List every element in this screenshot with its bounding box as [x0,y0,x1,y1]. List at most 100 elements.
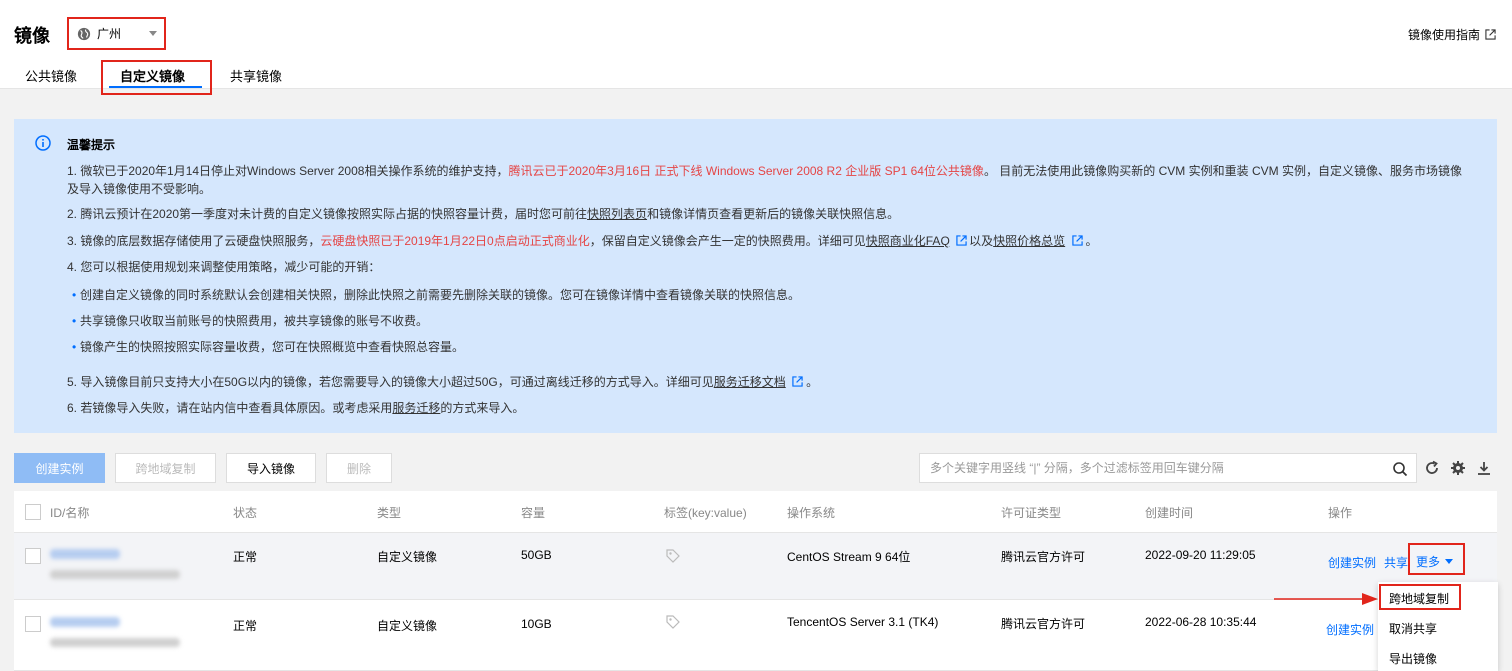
import-image-button[interactable]: 导入镜像 [226,453,316,483]
table-header: ID/名称 状态 类型 容量 标签(key:value) 操作系统 许可证类型 … [14,491,1497,533]
image-name [50,638,180,647]
more-label: 更多 [1416,555,1441,569]
status-text: 正常 [233,619,258,633]
notice-line-4: 4. 您可以根据使用规划来调整使用策略，减少可能的开销： [67,260,381,274]
page-header: 镜像 广州 镜像使用指南 公共镜像 自定义镜像 共享镜像 [0,0,1512,89]
status-text: 正常 [233,550,258,564]
tab-highlight-box [101,60,212,95]
row-more-dropdown[interactable]: 更多 [1416,553,1454,570]
tag-icon[interactable] [666,549,680,563]
notice-line-3-warning: 云硬盘快照已于2019年1月22日0点启动正式商业化 [320,234,590,248]
notice-line-1-warning: 腾讯云已于2020年3月16日 正式下线 Windows Server 2008… [508,164,984,178]
select-all-checkbox[interactable] [25,504,41,520]
page-title: 镜像 [14,26,50,46]
refresh-icon[interactable] [1424,460,1440,476]
col-status: 状态 [233,506,258,520]
info-icon [35,135,51,151]
notice-line-5-end: 。 [806,375,819,389]
notice-line-2-text: 2. 腾讯云预计在2020第一季度对未计费的自定义镜像按照实际占据的快照容量计费… [67,207,588,221]
row-checkbox[interactable] [25,616,41,632]
migration-doc-link[interactable]: 服务迁移文档 [714,375,786,389]
notice-bullet-1: 创建自定义镜像的同时系统默认会创建相关快照，删除此快照之前需要先删除关联的镜像。… [72,286,800,304]
col-id-name: ID/名称 [50,506,90,520]
arrow-annotation [1274,593,1378,605]
notice-line-6-text: 6. 若镜像导入失败，请在站内信中查看具体原因。或考虑采用 [67,401,393,415]
image-guide-label: 镜像使用指南 [1407,28,1480,42]
notice-line-3-and: 以及 [969,234,994,248]
globe-icon [77,27,91,40]
notice-line-6: 6. 若镜像导入失败，请在站内信中查看具体原因。或考虑采用服务迁移的方式来导入。 [67,399,524,417]
row-checkbox[interactable] [25,548,41,564]
col-license: 许可证类型 [1001,506,1062,520]
tab-public-images[interactable]: 公共镜像 [25,66,77,85]
license-text: 腾讯云官方许可 [1001,550,1086,564]
os-text: CentOS Stream 9 64位 [787,550,911,564]
image-id-link[interactable] [50,549,120,559]
notice-line-1-text: 1. 微软已于2020年1月14日停止对Windows Server 2008相… [67,164,509,178]
notice-line-5: 5. 导入镜像目前只支持大小在50G以内的镜像，若您需要导入的镜像大小超过50G… [67,373,818,391]
col-created: 创建时间 [1145,506,1194,520]
row-create-instance-link[interactable]: 创建实例 [1328,554,1376,571]
menu-item-export-image[interactable]: 导出镜像 [1389,650,1437,667]
gear-icon[interactable] [1450,460,1466,476]
row-create-instance-link[interactable]: 创建实例 [1326,621,1374,638]
created-time: 2022-09-20 11:29:05 [1145,548,1256,562]
notice-title: 温馨提示 [67,138,116,152]
notice-line-2: 2. 腾讯云预计在2020第一季度对未计费的自定义镜像按照实际占据的快照容量计费… [67,205,899,223]
notice-line-2-tail: 和镜像详情页查看更新后的镜像关联快照信息。 [647,207,900,221]
cross-region-copy-button[interactable]: 跨地域复制 [115,453,216,483]
col-size: 容量 [521,506,546,520]
search-icon[interactable] [1392,461,1408,477]
caret-down-icon [1445,559,1454,564]
snapshot-list-link[interactable]: 快照列表页 [587,207,647,221]
created-time: 2022-06-28 10:35:44 [1145,615,1257,629]
notice-line-3: 3. 镜像的底层数据存储使用了云硬盘快照服务，云硬盘快照已于2019年1月22日… [67,232,1098,250]
search-input[interactable] [930,461,1390,475]
type-text: 自定义镜像 [377,619,438,633]
table-row: 正常 自定义镜像 10GB TencentOS Server 3.1 (TK4)… [14,600,1497,671]
region-selector[interactable]: 广州 [72,22,161,45]
notice-line-3-text: 3. 镜像的底层数据存储使用了云硬盘快照服务， [67,234,321,248]
license-text: 腾讯云官方许可 [1001,617,1086,631]
delete-button[interactable]: 删除 [326,453,392,483]
type-text: 自定义镜像 [377,550,438,564]
external-link-icon [1485,29,1496,40]
col-actions: 操作 [1328,506,1353,520]
snapshot-faq-link[interactable]: 快照商业化FAQ [866,234,950,248]
notice-bullet-2: 共享镜像只收取当前账号的快照费用，被共享镜像的账号不收费。 [72,312,428,330]
create-instance-button[interactable]: 创建实例 [14,453,105,483]
download-icon[interactable] [1476,460,1492,476]
tab-shared-images[interactable]: 共享镜像 [230,66,282,85]
image-tabs: 公共镜像 自定义镜像 共享镜像 [0,60,1512,89]
col-os: 操作系统 [787,506,836,520]
snapshot-price-link[interactable]: 快照价格总览 [993,234,1065,248]
search-box [919,453,1417,483]
notice-line-3-end: 。 [1085,234,1098,248]
table-row: 正常 自定义镜像 50GB CentOS Stream 9 64位 腾讯云官方许… [14,533,1497,600]
notice-line-5-text: 5. 导入镜像目前只支持大小在50G以内的镜像，若您需要导入的镜像大小超过50G… [67,375,714,389]
size-text: 50GB [521,548,552,562]
notice-line-6-tail: 的方式来导入。 [440,401,525,415]
migration-service-link[interactable]: 服务迁移 [392,401,440,415]
external-link-icon [792,376,803,387]
menu-highlight-box [1379,584,1461,610]
notice-panel: 温馨提示 1. 微软已于2020年1月14日停止对Windows Server … [14,119,1497,433]
image-table: ID/名称 状态 类型 容量 标签(key:value) 操作系统 许可证类型 … [14,491,1497,671]
os-text: TencentOS Server 3.1 (TK4) [787,615,939,629]
row-share-link[interactable]: 共享 [1384,554,1408,571]
notice-bullet-3: 镜像产生的快照按照实际容量收费，您可在快照概览中查看快照总容量。 [72,338,464,356]
notice-line-3-mid: ，保留自定义镜像会产生一定的快照费用。详细可见 [589,234,866,248]
notice-line-1: 1. 微软已于2020年1月14日停止对Windows Server 2008相… [67,162,1467,198]
image-id-link[interactable] [50,617,120,627]
image-name [50,570,180,579]
chevron-down-icon [149,31,157,36]
external-link-icon [1071,235,1083,246]
menu-item-cancel-share[interactable]: 取消共享 [1389,620,1437,637]
col-tags: 标签(key:value) [664,506,747,520]
col-type: 类型 [377,506,402,520]
image-guide-link[interactable]: 镜像使用指南 [1408,26,1496,43]
size-text: 10GB [521,617,552,631]
tag-icon[interactable] [666,615,680,629]
region-value: 广州 [97,27,122,41]
external-link-icon [956,235,967,246]
